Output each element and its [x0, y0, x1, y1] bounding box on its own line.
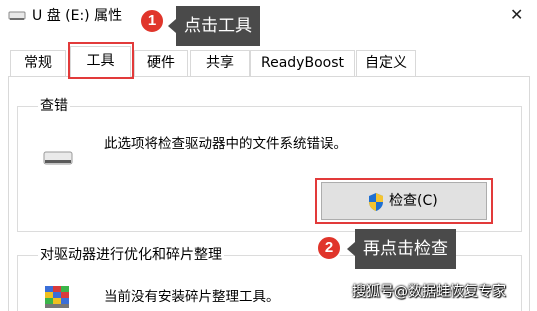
title-bar: U 盘 (E:) 属性 ✕ — [0, 0, 537, 32]
step-1-badge: 1 — [139, 8, 165, 34]
usb-drive-icon — [8, 11, 26, 20]
error-checking-description: 此选项将检查驱动器中的文件系统错误。 — [104, 136, 347, 152]
defrag-icon — [45, 286, 69, 308]
step-2-callout: 再点击检查 — [347, 229, 456, 269]
tab-customize[interactable]: 自定义 — [356, 50, 416, 76]
step-1-callout: 点击工具 — [168, 6, 260, 46]
highlight-check-button — [315, 178, 493, 224]
tab-hardware[interactable]: 硬件 — [134, 50, 188, 76]
tab-label: 常规 — [24, 55, 52, 71]
tab-label: 工具 — [86, 53, 115, 69]
close-icon: ✕ — [510, 5, 524, 24]
tab-sharing[interactable]: 共享 — [190, 50, 250, 76]
optimize-description: 当前没有安装碎片整理工具。 — [104, 289, 280, 305]
tab-general[interactable]: 常规 — [10, 50, 66, 76]
tab-label: 共享 — [206, 55, 234, 71]
hard-drive-icon — [43, 151, 73, 165]
error-checking-title: 查错 — [38, 97, 70, 115]
tab-strip: 常规 工具 硬件 共享 ReadyBoost 自定义 — [0, 46, 537, 77]
window-title: U 盘 (E:) 属性 — [32, 8, 123, 24]
optimize-title: 对驱动器进行优化和碎片整理 — [38, 246, 224, 264]
tab-label: ReadyBoost — [261, 55, 344, 71]
watermark: 搜狐号@数据蛙恢复专家 — [352, 284, 506, 300]
tab-tools[interactable]: 工具 — [70, 46, 131, 77]
tab-label: 自定义 — [365, 55, 407, 71]
step-2-badge: 2 — [316, 235, 342, 261]
close-button[interactable]: ✕ — [497, 0, 537, 32]
tab-readyboost[interactable]: ReadyBoost — [250, 50, 355, 76]
tab-label: 硬件 — [147, 55, 175, 71]
